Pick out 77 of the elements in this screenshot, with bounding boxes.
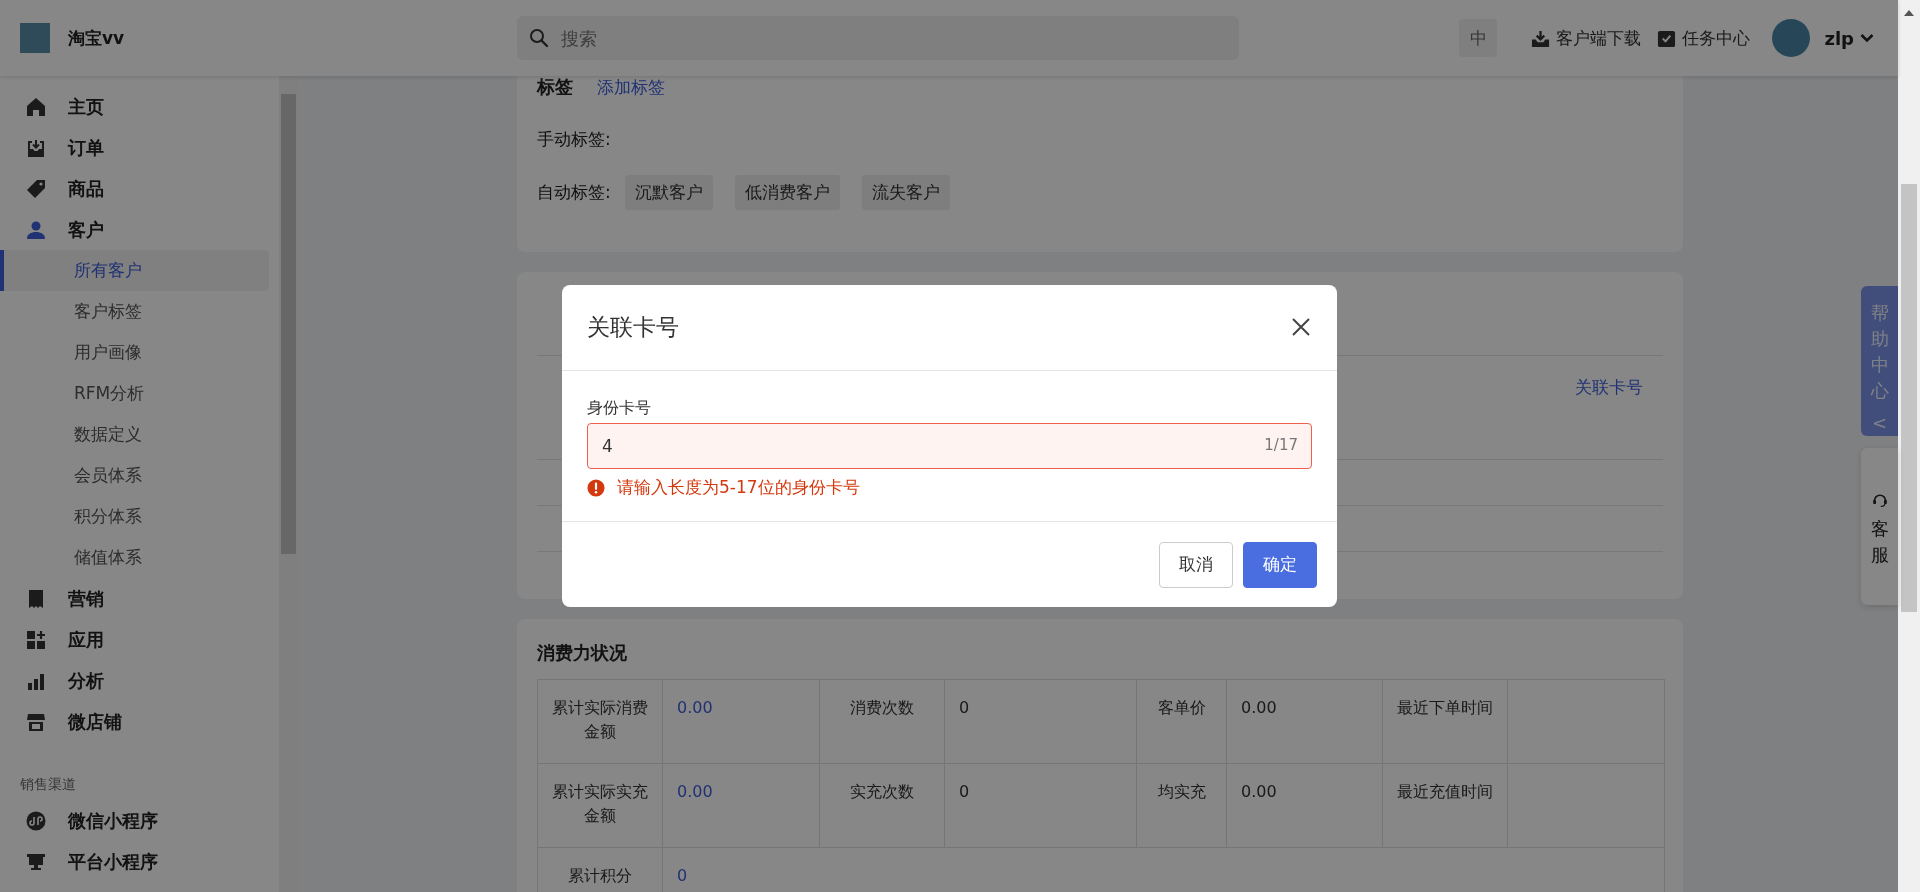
home-icon	[26, 96, 46, 117]
tag-chip: 流失客户	[861, 175, 950, 210]
table-label-cell: 最近下单时间	[1383, 680, 1508, 764]
receipt-icon	[26, 588, 46, 609]
table-label-cell: 累计实际实充金额	[538, 764, 663, 848]
sidebar-item[interactable]: 客户	[0, 209, 279, 250]
table-label-cell: 最近充值时间	[1383, 764, 1508, 848]
sidebar-item[interactable]: 微店铺	[0, 701, 279, 742]
table-label-cell: 累计积分	[538, 848, 663, 892]
tags-title: 标签	[537, 76, 573, 99]
inbox-download-icon	[26, 137, 46, 158]
link-circle-icon	[26, 810, 46, 831]
language-button[interactable]: 中	[1459, 19, 1498, 57]
sidebar-item[interactable]: 分析	[0, 660, 279, 701]
tag-chip: 沉默客户	[624, 175, 713, 210]
task-center-link[interactable]: 任务中心	[1682, 26, 1751, 50]
table-label-cell: 均实充	[1137, 764, 1227, 848]
field-label: 身份卡号	[587, 398, 652, 419]
table-value-cell[interactable]: 0.00	[663, 680, 820, 764]
sidebar-subitem[interactable]: 储值体系	[0, 537, 269, 578]
error-message: 请输入长度为5-17位的身份卡号	[617, 476, 860, 499]
storefront-icon	[26, 711, 46, 732]
error-icon	[587, 478, 605, 497]
search-icon	[529, 28, 549, 48]
headset-icon	[1871, 492, 1888, 508]
tag-chip: 低消费客户	[734, 175, 840, 210]
monitor-icon	[26, 851, 46, 872]
add-tag-link[interactable]: 添加标签	[597, 76, 665, 99]
chevron-down-icon[interactable]	[1860, 33, 1874, 43]
confirm-button[interactable]: 确定	[1243, 541, 1317, 588]
sidebar-subitem[interactable]: 客户标签	[0, 291, 269, 332]
sidebar-scrollbar[interactable]	[279, 76, 298, 892]
search-field[interactable]: 搜索	[517, 16, 1239, 60]
user-name[interactable]: zlp	[1824, 27, 1854, 49]
sidebar-item[interactable]: 微信小程序	[0, 800, 279, 841]
table-value-cell[interactable]: 0.00	[663, 764, 820, 848]
sidebar-subitem[interactable]: RFM分析	[0, 373, 269, 414]
dialog-title: 关联卡号	[587, 313, 679, 342]
sidebar-subitem[interactable]: 所有客户	[0, 250, 269, 291]
table-value-cell: 0	[945, 764, 1137, 848]
sidebar-item[interactable]: 平台小程序	[0, 841, 279, 882]
table-label-cell: 客单价	[1137, 680, 1227, 764]
download-icon	[1531, 28, 1551, 48]
store-logo-placeholder	[20, 23, 50, 53]
table-label-cell: 消费次数	[820, 680, 945, 764]
sidebar-item[interactable]: 订单	[0, 127, 279, 168]
sidebar-item[interactable]: 商品	[0, 168, 279, 209]
clipboard-check-icon	[1657, 28, 1677, 48]
sidebar-subitem[interactable]: 会员体系	[0, 455, 269, 496]
cancel-button[interactable]: 取消	[1159, 541, 1233, 588]
page-scrollbar[interactable]	[1898, 0, 1920, 892]
sidebar-subitem[interactable]: 积分体系	[0, 496, 269, 537]
sidebar-item[interactable]: 主页	[0, 86, 279, 127]
sidebar-subitem[interactable]: 用户画像	[0, 332, 269, 373]
character-counter: 1/17	[1264, 436, 1298, 454]
customer-service-tab[interactable]: 客服	[1861, 448, 1898, 605]
table-label-cell: 实充次数	[820, 764, 945, 848]
table-value-cell: 0.00	[1227, 764, 1383, 848]
table-value-cell: 0.00	[1227, 680, 1383, 764]
person-icon	[26, 219, 46, 240]
sidebar-item[interactable]: 应用	[0, 619, 279, 660]
manual-tags-label: 手动标签:	[537, 128, 611, 151]
section-title: 销售渠道	[19, 775, 77, 794]
sidebar-item[interactable]: 营销	[0, 578, 279, 619]
link-card-link[interactable]: 关联卡号	[1575, 377, 1643, 397]
table-label-cell: 累计实际消费金额	[538, 680, 663, 764]
auto-tags-label: 自动标签:	[537, 181, 611, 204]
consumption-title: 消费力状况	[537, 641, 628, 665]
scroll-up-arrow-icon[interactable]	[1904, 10, 1914, 16]
store-name: 淘宝vv	[68, 26, 125, 50]
sidebar-subitem[interactable]: 数据定义	[0, 414, 269, 455]
tag-icon	[26, 178, 46, 199]
user-avatar[interactable]	[1772, 19, 1811, 57]
table-value-cell[interactable]: 0	[663, 848, 1665, 892]
apps-icon	[26, 629, 46, 650]
table-value-cell: 0	[945, 680, 1137, 764]
download-link[interactable]: 客户端下载	[1556, 26, 1642, 50]
